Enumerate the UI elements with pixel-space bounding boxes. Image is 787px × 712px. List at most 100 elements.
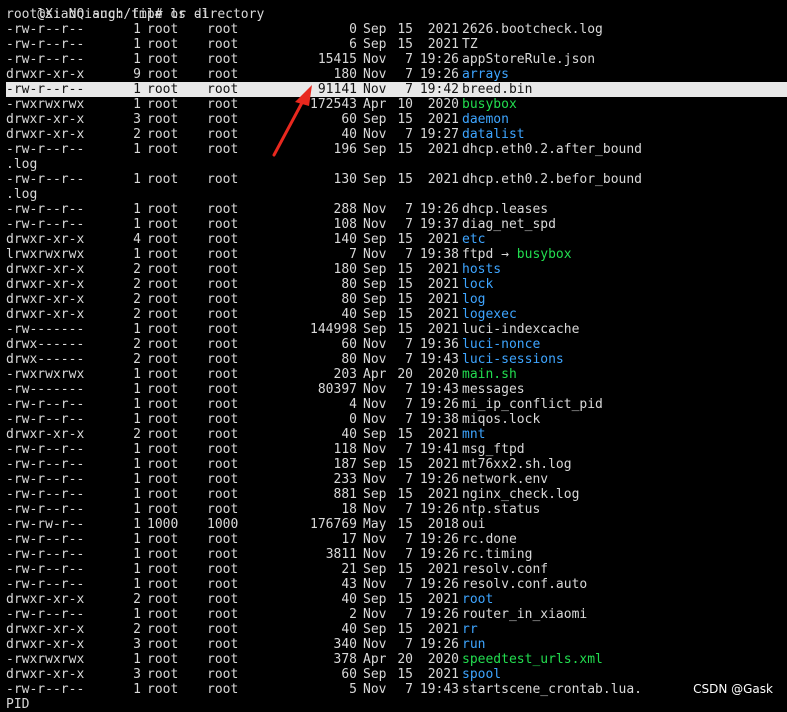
file-time: 19:41 [419, 442, 459, 457]
file-links: 1 [133, 142, 141, 157]
file-size: 233 [333, 472, 357, 487]
file-owner: root [147, 292, 179, 307]
file-links: 3 [133, 112, 141, 127]
file-day: 15 [397, 517, 413, 532]
file-name-text: ftpd [462, 247, 494, 262]
file-time: 2021 [427, 667, 459, 682]
file-name: oui [462, 517, 485, 532]
file-size: 15415 [317, 52, 357, 67]
file-row: drwxr-xr-x 2 root root 40 Sep 15 2021 rr [6, 622, 787, 637]
file-mon: Sep [363, 622, 387, 637]
file-time: 19:26 [419, 472, 459, 487]
file-day: 7 [405, 682, 413, 697]
file-mon: Sep [363, 292, 387, 307]
file-row: -rw-r--r-- 1 root root 881 Sep 15 2021 nginx_che… [6, 487, 787, 502]
file-name-text: run [462, 637, 486, 652]
file-name: rr [462, 622, 478, 637]
file-size: 288 [333, 202, 357, 217]
file-name-text: msg_ftpd [462, 442, 525, 457]
file-group: root [207, 292, 239, 307]
file-time: 2021 [427, 277, 459, 292]
file-name-text: luci-indexcache [462, 322, 580, 337]
file-row: -rw-r--r-- 1 root root 5 Nov 7 19:43 startscene_… [6, 682, 787, 697]
file-owner: root [147, 127, 179, 142]
file-links: 1 [133, 562, 141, 577]
file-row: drwxr-xr-x 2 root root 40 Nov 7 19:27 datalist [6, 127, 787, 142]
file-row: drwxr-xr-x 2 root root 40 Sep 15 2021 root [6, 592, 787, 607]
file-size: 5 [349, 682, 357, 697]
file-links: 1 [133, 487, 141, 502]
file-group: root [207, 172, 239, 187]
file-name: luci-nonce [462, 337, 540, 352]
file-day: 15 [397, 112, 413, 127]
file-size: 130 [333, 172, 357, 187]
file-day: 7 [405, 352, 413, 367]
file-links: 1 [133, 502, 141, 517]
file-owner: root [147, 487, 179, 502]
file-links: 2 [133, 337, 141, 352]
file-row: -rw-r--r-- 1 root root 288 Nov 7 19:26 dhcp.leas… [6, 202, 787, 217]
file-size: 3811 [325, 547, 357, 562]
file-links: 2 [133, 427, 141, 442]
file-name-text: luci-nonce [462, 337, 541, 352]
file-perm: -rw-r--r-- [6, 472, 85, 487]
file-name: breed.bin [462, 82, 532, 97]
symlink-arrow: → [493, 247, 517, 262]
file-day: 15 [397, 487, 413, 502]
file-time: 2020 [427, 97, 459, 112]
file-mon: Sep [363, 427, 387, 442]
file-owner: root [147, 502, 179, 517]
file-group: root [207, 397, 239, 412]
file-mon: Sep [363, 307, 387, 322]
file-owner: root [147, 442, 179, 457]
file-group: root [207, 52, 239, 67]
file-time: 19:27 [419, 127, 459, 142]
file-name-text: 2626.bootcheck.log [462, 22, 603, 37]
file-size: 18 [341, 502, 357, 517]
file-size: 0 [349, 412, 357, 427]
file-perm: -rw-r--r-- [6, 532, 85, 547]
file-mon: Sep [363, 22, 387, 37]
file-links: 1 [133, 517, 141, 532]
file-mon: Nov [363, 472, 387, 487]
file-mon: Nov [363, 52, 387, 67]
file-row: -rw-r--r-- 1 root root 187 Sep 15 2021 mt76xx2.s… [6, 457, 787, 472]
file-row: -rw-r--r-- 1 root root 0 Nov 7 19:38 miqos.lock [6, 412, 787, 427]
file-owner: root [147, 352, 179, 367]
file-links: 1 [133, 247, 141, 262]
file-group: root [207, 37, 239, 52]
file-owner: root [147, 277, 179, 292]
file-mon: Nov [363, 217, 387, 232]
file-mon: Nov [363, 352, 387, 367]
file-mon: Nov [363, 247, 387, 262]
file-links: 3 [133, 637, 141, 652]
file-row: lrwxrwxrwx 1 root root 7 Nov 7 19:38 ftpd → busy… [6, 247, 787, 262]
file-name: lock [462, 277, 493, 292]
file-day: 7 [405, 472, 413, 487]
file-group: root [207, 82, 239, 97]
file-group: root [207, 127, 239, 142]
file-perm: drwxr-xr-x [6, 232, 85, 247]
file-perm: lrwxrwxrwx [6, 247, 85, 262]
file-perm: -rw-r--r-- [6, 502, 85, 517]
file-perm: -rwxrwxrwx [6, 367, 85, 382]
file-row: drwxr-xr-x 2 root root 40 Sep 15 2021 mnt [6, 427, 787, 442]
file-day: 15 [397, 307, 413, 322]
file-group: root [207, 307, 239, 322]
file-time: 2020 [427, 652, 459, 667]
file-day: 10 [397, 97, 413, 112]
file-row: drwxr-xr-x 2 root root 80 Sep 15 2021 lock [6, 277, 787, 292]
file-links: 1 [133, 682, 141, 697]
file-name: messages [462, 382, 525, 397]
file-row: drwxr-xr-x 2 root root 40 Sep 15 2021 logexec [6, 307, 787, 322]
file-size: 176769 [310, 517, 357, 532]
file-perm: -rw-r--r-- [6, 217, 85, 232]
file-group: root [207, 637, 239, 652]
file-owner: root [147, 337, 179, 352]
file-day: 7 [405, 637, 413, 652]
terminal-output[interactable]: ls: No such file or directory root@XiaoQ… [6, 0, 787, 712]
file-row: -rwxrwxrwx 1 root root 378 Apr 20 2020 speedtest… [6, 652, 787, 667]
file-mon: Sep [363, 172, 387, 187]
file-name-text: breed.bin [462, 82, 533, 97]
file-time: 2021 [427, 292, 459, 307]
